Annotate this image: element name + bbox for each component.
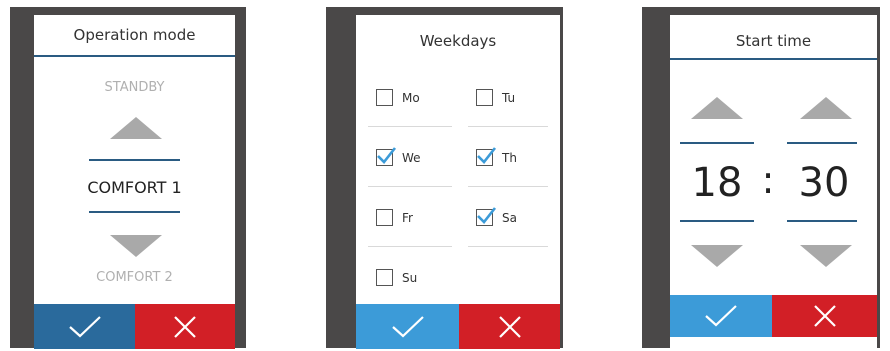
minutes-value[interactable]: 30 [784,160,864,206]
day-label: Sa [502,210,517,225]
checkbox[interactable] [376,269,393,286]
checkmark-icon [377,147,397,164]
row-divider [468,126,548,127]
selection-top-line [89,159,180,161]
hours-up-arrow-icon[interactable] [691,97,743,119]
checkmark-icon [477,147,497,164]
hours-down-arrow-icon[interactable] [691,245,743,267]
close-icon [498,316,521,338]
day-checkbox-su[interactable]: Su [376,269,417,286]
day-label: Su [402,270,418,285]
day-label: We [402,150,421,165]
cancel-button[interactable] [459,304,560,349]
checkmark-icon [477,207,497,224]
title-divider [670,58,877,60]
checkbox[interactable] [376,209,393,226]
cancel-button[interactable] [772,295,877,337]
page-title: Start time [735,32,812,50]
row-divider [368,246,452,247]
page-title: Operation mode [73,26,196,44]
day-label: Fr [402,210,413,225]
operation-mode-screen: Operation mode STANDBY COMFORT 1 COMFORT… [34,15,235,349]
day-label: Mo [402,90,420,105]
day-checkbox-tu[interactable]: Tu [476,89,515,106]
checkbox[interactable] [376,147,397,166]
minutes-up-arrow-icon[interactable] [800,97,852,119]
day-label: Tu [502,90,516,105]
hours-bottom-line [680,220,754,222]
row-divider [468,246,548,247]
row-divider [368,126,452,127]
row-divider [468,186,548,187]
next-option-label[interactable]: COMFORT 2 [34,270,235,285]
page-title: Weekdays [419,32,497,50]
selection-bottom-line [89,211,180,213]
day-checkbox-we[interactable]: We [376,147,421,166]
checkmark-icon [68,316,101,338]
scroll-up-arrow-icon[interactable] [110,117,162,139]
weekdays-screen: Weekdays Mo Tu We Th Fr Sa Su [356,15,560,349]
confirm-button[interactable] [356,304,459,349]
minutes-top-line [787,142,857,144]
row-divider [368,186,452,187]
close-icon [813,305,836,327]
prev-option-label[interactable]: STANDBY [34,80,235,95]
day-checkbox-mo[interactable]: Mo [376,89,420,106]
checkbox[interactable] [476,207,497,226]
start-time-device: Start time 18 : 30 [642,7,880,349]
hours-top-line [680,142,754,144]
checkbox[interactable] [476,147,497,166]
start-time-screen: Start time 18 : 30 [670,15,877,349]
cancel-button[interactable] [135,304,235,349]
checkmark-icon [705,305,737,327]
day-label: Th [502,150,517,165]
day-checkbox-th[interactable]: Th [476,147,517,166]
scroll-down-arrow-icon[interactable] [110,235,162,257]
minutes-bottom-line [787,220,857,222]
close-icon [174,316,196,338]
minutes-down-arrow-icon[interactable] [800,245,852,267]
operation-mode-device: Operation mode STANDBY COMFORT 1 COMFORT… [10,7,246,349]
checkmark-icon [391,316,424,338]
confirm-button[interactable] [34,304,135,349]
day-checkbox-fr[interactable]: Fr [376,209,413,226]
checkbox[interactable] [476,89,493,106]
day-checkbox-sa[interactable]: Sa [476,207,517,226]
title-divider [34,55,235,57]
confirm-button[interactable] [670,295,772,337]
weekdays-device: Weekdays Mo Tu We Th Fr Sa Su [326,7,563,349]
checkbox[interactable] [376,89,393,106]
current-option-label[interactable]: COMFORT 1 [34,178,235,197]
